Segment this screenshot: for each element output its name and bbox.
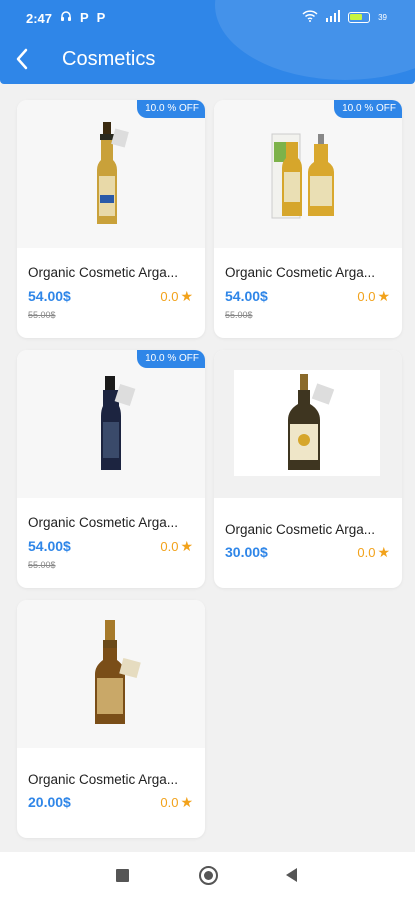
- product-rating: 0.0 ★: [160, 794, 193, 811]
- star-icon: ★: [180, 538, 193, 554]
- discount-badge: 10.0 % OFF: [334, 100, 402, 118]
- product-image: [214, 100, 402, 248]
- product-card[interactable]: 10.0 % OFF Organic Cosmetic Arga... 54.0…: [17, 350, 205, 588]
- recents-square-icon[interactable]: [116, 869, 129, 882]
- star-icon: ★: [377, 288, 390, 304]
- star-icon: ★: [377, 544, 390, 560]
- product-image: [214, 350, 402, 498]
- product-price: 54.00$: [28, 288, 71, 304]
- product-price: 54.00$: [225, 288, 268, 304]
- rating-value: 0.0: [160, 539, 179, 554]
- product-card[interactable]: 10.0 % OFF Organic Cosmetic Arga... 54.0…: [17, 100, 205, 338]
- rating-value: 0.0: [357, 545, 376, 560]
- system-nav-bar: [0, 852, 415, 900]
- discount-badge: 10.0 % OFF: [137, 350, 205, 368]
- product-grid: 10.0 % OFF Organic Cosmetic Arga... 54.0…: [0, 0, 415, 900]
- back-triangle-icon[interactable]: [286, 868, 297, 882]
- product-price: 30.00$: [225, 544, 268, 560]
- product-rating: 0.0 ★: [357, 544, 390, 561]
- rating-value: 0.0: [160, 795, 179, 810]
- product-card[interactable]: Organic Cosmetic Arga... 20.00$ 0.0 ★: [17, 600, 205, 838]
- product-name: Organic Cosmetic Arga...: [28, 772, 179, 787]
- star-icon: ★: [180, 288, 193, 304]
- product-rating: 0.0 ★: [160, 538, 193, 555]
- star-icon: ★: [180, 794, 193, 810]
- product-name: Organic Cosmetic Arga...: [225, 522, 376, 537]
- product-image: [17, 100, 205, 248]
- home-circle-icon[interactable]: [199, 866, 218, 885]
- product-rating: 0.0 ★: [160, 288, 193, 305]
- product-image: [17, 350, 205, 498]
- product-old-price: 55.00$: [28, 310, 56, 320]
- product-card[interactable]: 10.0 % OFF Organic Cosmetic Arga... 54.0…: [214, 100, 402, 338]
- product-image: [17, 600, 205, 748]
- product-name: Organic Cosmetic Arga...: [225, 265, 376, 280]
- rating-value: 0.0: [160, 289, 179, 304]
- product-price: 54.00$: [28, 538, 71, 554]
- discount-badge: 10.0 % OFF: [137, 100, 205, 118]
- product-card[interactable]: Organic Cosmetic Arga... 30.00$ 0.0 ★: [214, 350, 402, 588]
- product-name: Organic Cosmetic Arga...: [28, 265, 179, 280]
- product-name: Organic Cosmetic Arga...: [28, 515, 179, 530]
- product-price: 20.00$: [28, 794, 71, 810]
- product-old-price: 55.00$: [28, 560, 56, 570]
- product-old-price: 55.00$: [225, 310, 253, 320]
- product-rating: 0.0 ★: [357, 288, 390, 305]
- rating-value: 0.0: [357, 289, 376, 304]
